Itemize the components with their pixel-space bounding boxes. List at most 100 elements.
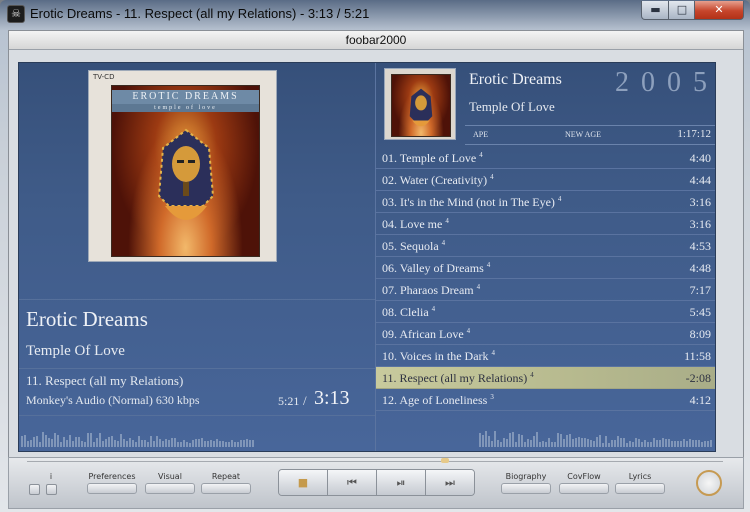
spectrum-bar — [695, 440, 697, 447]
playlist-row[interactable]: 01. Temple of Love 4 4:40 — [376, 147, 715, 169]
spectrum-bar — [36, 436, 38, 447]
playlist-row[interactable]: 07. Pharaos Dream 4 7:17 — [376, 279, 715, 301]
track-title: 01. Temple of Love — [382, 151, 477, 165]
title-bar[interactable]: ☠ Erotic Dreams - 11. Respect (all my Re… — [0, 0, 750, 28]
spectrum-bar — [512, 432, 514, 447]
spectrum-bar — [147, 442, 149, 447]
lyrics-label: Lyrics — [628, 472, 652, 481]
playlist-row[interactable]: 05. Sequola 4 4:53 — [376, 235, 715, 257]
playlist-row[interactable]: 06. Valley of Dreams 4 4:48 — [376, 257, 715, 279]
track-title: 03. It's in the Mind (not in The Eye) — [382, 195, 555, 209]
spectrum-bar — [542, 441, 544, 447]
spectrum-bar — [710, 440, 712, 447]
track-rating: 4 — [490, 173, 494, 181]
spectrum-bar — [524, 442, 526, 447]
spectrum-bar — [33, 437, 35, 447]
album-cover-large[interactable]: TV-CD EROTIC DREAMS temple of love — [89, 71, 276, 261]
spectrum-bar — [132, 440, 134, 447]
track-rating: 4 — [557, 195, 562, 203]
previous-button[interactable]: ⏮ — [328, 470, 377, 495]
spectrum-bar — [545, 442, 547, 447]
pharaoh-mask-image — [157, 128, 214, 220]
spectrum-bar — [108, 437, 110, 447]
track-duration: 4:40 — [689, 151, 711, 165]
spectrum-bar — [117, 441, 119, 447]
playlist-row[interactable]: 08. Clelia 4 5:45 — [376, 301, 715, 323]
spectrum-bar — [93, 442, 95, 447]
spectrum-bar — [141, 440, 143, 447]
spectrum-bar — [165, 439, 167, 447]
app-name-bar: foobar2000 — [9, 31, 743, 50]
spectrum-bar — [572, 439, 574, 447]
spectrum-bar — [563, 439, 565, 447]
spectrum-bar — [186, 442, 188, 447]
spectrum-bar — [162, 441, 164, 447]
spectrum-bar — [231, 440, 233, 447]
repeat-button[interactable]: Repeat — [201, 472, 251, 494]
pharaoh-mask-image — [409, 88, 433, 127]
close-button[interactable]: ✕ — [694, 1, 744, 20]
spectrum-bar — [668, 439, 670, 447]
info-total-length: 1:17:12 — [677, 128, 711, 140]
playlist[interactable]: 01. Temple of Love 4 4:40 02. Water (Creat… — [376, 147, 715, 411]
spectrum-bar — [689, 439, 691, 447]
spectrum-bar — [488, 436, 490, 447]
spectrum-bar — [84, 442, 86, 447]
maximize-button[interactable]: □ — [668, 1, 696, 20]
info-bar: APE NEW AGE 1:17:12 — [465, 125, 715, 145]
spectrum-bar — [183, 440, 185, 447]
spectrum-bar — [686, 441, 688, 447]
playlist-row-playing[interactable]: 11. Respect (all my Relations) 4 -2:08 — [376, 367, 715, 389]
track-duration: 4:12 — [689, 393, 711, 407]
spectrum-bar — [60, 442, 62, 447]
cover-label: TV-CD — [93, 73, 115, 81]
play-pause-button[interactable]: ⏯ — [377, 470, 426, 495]
spectrum-bar — [123, 439, 125, 447]
lyrics-button[interactable]: Lyrics — [615, 472, 665, 494]
spectrum-bar — [617, 436, 619, 447]
playlist-row[interactable]: 02. Water (Creativity) 4 4:44 — [376, 169, 715, 191]
covflow-button[interactable]: CovFlow — [559, 472, 609, 494]
spectrum-bar — [171, 438, 173, 447]
track-rating: 4 — [445, 217, 449, 225]
spectrum-bar — [596, 437, 598, 447]
spectrum-bar — [539, 442, 541, 447]
spectrum-bar — [150, 436, 152, 447]
spectrum-bar — [485, 431, 487, 447]
album-cover-thumbnail[interactable] — [385, 69, 455, 139]
toggle-square-right[interactable] — [46, 484, 57, 495]
spectrum-bar — [575, 438, 577, 447]
spectrum-bar — [252, 440, 254, 447]
spectrum-bar — [99, 433, 101, 447]
spectrum-bar — [530, 440, 532, 447]
track-duration: 11:58 — [684, 349, 711, 363]
spectrum-bar — [662, 438, 664, 447]
spectrum-bar — [153, 441, 155, 447]
playlist-row[interactable]: 10. Voices in the Dark 4 11:58 — [376, 345, 715, 367]
visual-button[interactable]: Visual — [145, 472, 195, 494]
playlist-row[interactable]: 03. It's in the Mind (not in The Eye) 4 3:… — [376, 191, 715, 213]
spectrum-bar — [665, 439, 667, 447]
playlist-row[interactable]: 09. African Love 4 8:09 — [376, 323, 715, 345]
separator — [19, 299, 375, 300]
playlist-row[interactable]: 04. Love me 4 3:16 — [376, 213, 715, 235]
biography-button[interactable]: Biography — [501, 472, 551, 494]
track-rating: 3 — [490, 393, 494, 401]
toggle-square-left[interactable] — [29, 484, 40, 495]
volume-knob[interactable] — [696, 470, 722, 496]
preferences-button[interactable]: Preferences — [87, 472, 137, 494]
track-title: 07. Pharaos Dream — [382, 283, 474, 297]
stop-button[interactable]: ■ — [279, 470, 328, 495]
minimize-button[interactable]: ▬ — [641, 1, 670, 20]
spectrum-bar — [647, 442, 649, 447]
seek-handle[interactable] — [440, 458, 449, 463]
playlist-row[interactable]: 12. Age of Loneliness 3 4:12 — [376, 389, 715, 411]
spectrum-bar — [614, 440, 616, 447]
seek-bar[interactable] — [27, 461, 723, 462]
skull-app-icon[interactable]: ☠ — [7, 5, 25, 23]
track-rating: 4 — [491, 349, 496, 357]
next-button[interactable]: ⏭ — [426, 470, 474, 495]
spectrum-bar — [581, 438, 583, 447]
spectrum-bar — [605, 436, 607, 447]
track-title: 04. Love me — [382, 217, 443, 231]
